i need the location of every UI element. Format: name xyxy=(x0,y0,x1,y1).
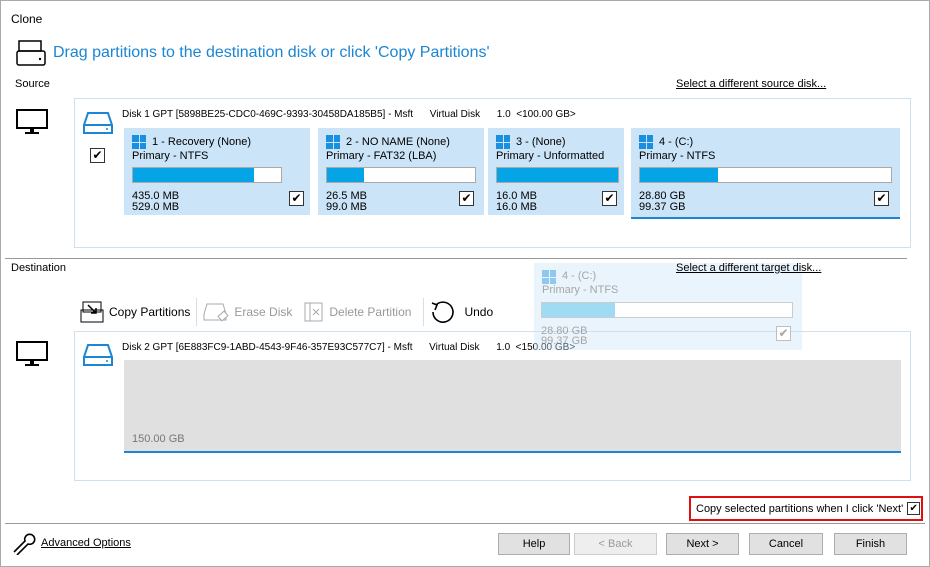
wrench-icon xyxy=(13,533,36,555)
partition-tile[interactable]: 2 - NO NAME (None) Primary - FAT32 (LBA)… xyxy=(318,128,484,215)
undo-icon xyxy=(432,301,455,323)
partition-type: Primary - Unformatted xyxy=(496,150,605,162)
ghost-type: Primary - NTFS xyxy=(542,284,619,296)
copy-partitions-icon xyxy=(80,301,104,323)
hard-disk-icon xyxy=(83,344,113,366)
computer-icon xyxy=(16,341,48,366)
partition-checkbox[interactable]: ✔ xyxy=(874,191,889,206)
windows-icon xyxy=(496,135,510,149)
copy-option-checkbox[interactable]: ✔ xyxy=(907,502,921,515)
partition-checkbox[interactable]: ✔ xyxy=(459,191,474,206)
copy-option[interactable]: Copy selected partitions when I click 'N… xyxy=(689,496,923,521)
computer-icon xyxy=(16,109,48,134)
divider xyxy=(5,258,907,259)
erase-disk-label: Erase Disk xyxy=(234,305,293,319)
erase-disk-button[interactable]: Erase Disk xyxy=(203,301,292,323)
help-button[interactable]: Help xyxy=(498,533,570,555)
partition-tile[interactable]: 3 - (None) Primary - Unformatted 16.0 MB… xyxy=(488,128,624,215)
total-size: 99.37 GB xyxy=(639,201,686,213)
delete-partition-icon xyxy=(304,302,323,322)
ghost-name: 4 - (C:) xyxy=(562,270,597,282)
partition-tile-selected[interactable]: 4 - (C:) Primary - NTFS 28.80 GB 99.37 G… xyxy=(631,128,900,219)
undo-button[interactable]: Undo xyxy=(430,299,493,325)
divider xyxy=(5,523,925,524)
usage-bar xyxy=(496,167,619,183)
source-label: Source xyxy=(15,78,50,90)
finish-button[interactable]: Finish xyxy=(834,533,907,555)
delete-partition-label: Delete Partition xyxy=(329,305,412,319)
ghost-checkbox: ✔ xyxy=(776,326,791,341)
instruction-heading: Drag partitions to the destination disk … xyxy=(53,44,490,61)
usage-bar xyxy=(639,167,892,183)
total-size: 99.0 MB xyxy=(326,201,367,213)
undo-label: Undo xyxy=(464,305,494,319)
windows-icon xyxy=(326,135,340,149)
windows-icon xyxy=(542,270,556,284)
hard-disk-icon xyxy=(83,112,113,134)
source-disk-info: Disk 1 GPT [5898BE25-CDC0-469C-9393-3045… xyxy=(122,109,576,120)
ghost-usage-bar xyxy=(541,302,793,318)
cancel-button[interactable]: Cancel xyxy=(749,533,823,555)
drag-ghost-partition: 4 - (C:) Primary - NTFS 28.80 GB 99.37 G… xyxy=(534,263,802,350)
partition-tile[interactable]: 1 - Recovery (None) Primary - NTFS 435.0… xyxy=(124,128,310,215)
separator xyxy=(196,298,198,326)
delete-partition-button[interactable]: Delete Partition xyxy=(304,301,411,323)
usage-bar xyxy=(132,167,282,183)
total-size: 529.0 MB xyxy=(132,201,180,213)
unallocated-space[interactable]: 150.00 GB xyxy=(124,360,901,453)
partition-name: 3 - (None) xyxy=(516,136,566,148)
destination-label: Destination xyxy=(11,262,67,274)
partition-type: Primary - FAT32 (LBA) xyxy=(326,150,437,162)
copy-partitions-button[interactable]: Copy Partitions xyxy=(80,300,190,324)
partition-name: 4 - (C:) xyxy=(659,136,694,148)
next-button[interactable]: Next > xyxy=(666,533,739,555)
destination-disk-info: Disk 2 GPT [6E883FC9-1ABD-4543-9F46-357E… xyxy=(122,342,576,353)
copy-option-label: Copy selected partitions when I click 'N… xyxy=(696,502,904,515)
unallocated-size: 150.00 GB xyxy=(132,433,185,445)
disk-clone-icon xyxy=(16,40,46,66)
copy-partitions-label: Copy Partitions xyxy=(109,305,191,319)
partition-name: 1 - Recovery (None) xyxy=(152,136,252,148)
usage-bar xyxy=(326,167,476,183)
advanced-options-link[interactable]: Advanced Options xyxy=(41,537,131,549)
clone-dialog: Clone Drag partitions to the destination… xyxy=(0,0,930,567)
total-size: 16.0 MB xyxy=(496,201,537,213)
source-disk-checkbox[interactable]: ✔ xyxy=(90,148,105,163)
windows-icon xyxy=(639,135,653,149)
dialog-title: Clone xyxy=(11,12,43,26)
ghost-total: 99.37 GB xyxy=(541,335,588,347)
select-target-disk-link[interactable]: Select a different target disk... xyxy=(676,262,821,274)
windows-icon xyxy=(132,135,146,149)
separator xyxy=(423,298,425,326)
partition-type: Primary - NTFS xyxy=(132,150,209,162)
partition-checkbox[interactable]: ✔ xyxy=(602,191,617,206)
partition-name: 2 - NO NAME (None) xyxy=(346,136,450,148)
partition-checkbox[interactable]: ✔ xyxy=(289,191,304,206)
erase-disk-icon xyxy=(203,303,230,322)
partition-type: Primary - NTFS xyxy=(639,150,716,162)
select-source-disk-link[interactable]: Select a different source disk... xyxy=(676,78,826,90)
destination-toolbar: Copy Partitions Erase Disk Delete Partit… xyxy=(80,298,493,326)
back-button[interactable]: < Back xyxy=(574,533,657,555)
